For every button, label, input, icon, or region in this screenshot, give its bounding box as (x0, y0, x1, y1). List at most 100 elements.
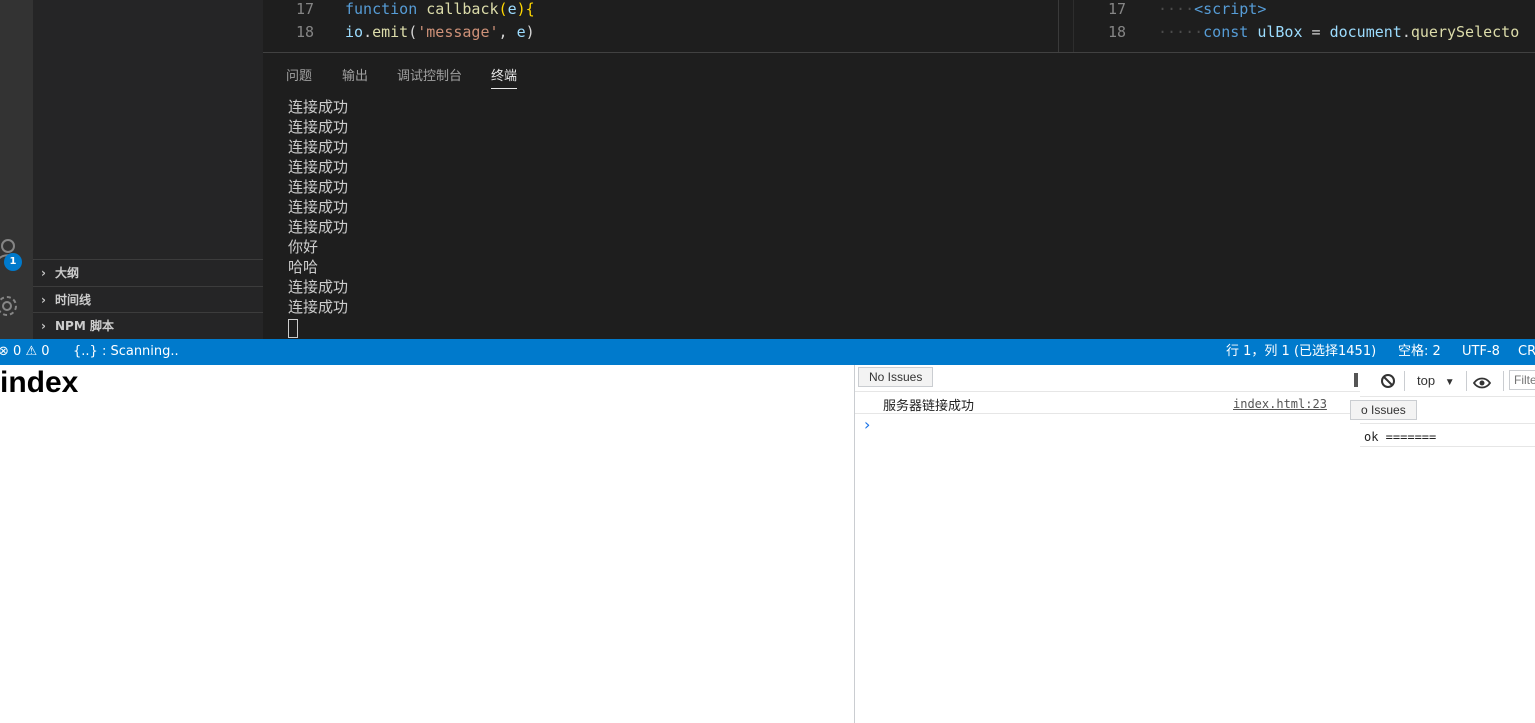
code-token: ( (408, 23, 418, 41)
line-number: 17 (295, 0, 314, 18)
code-token: ) (525, 23, 535, 41)
activity-bar: 1 (0, 0, 33, 339)
terminal-line: 连接成功 (288, 278, 349, 296)
block-icon[interactable] (1380, 373, 1396, 393)
code-text: io.emit('message', e) (345, 23, 535, 41)
line-number: 17 (1107, 0, 1126, 18)
sidebar-section-outline[interactable]: › 大纲 (33, 259, 263, 286)
terminal-line: 连接成功 (288, 218, 349, 236)
code-token: const (1203, 23, 1258, 41)
divider (1360, 396, 1535, 397)
eye-icon[interactable] (1472, 374, 1492, 393)
bottom-panel: 问题 输出 调试控制台 终端 连接成功 连接成功 连接成功 连接成功 连接成功 连接成功连… (263, 52, 1535, 340)
terminal-line: 连接成功 (288, 158, 349, 176)
context-label: top (1417, 373, 1436, 388)
terminal-cursor (288, 319, 298, 338)
devtools-console-secondary: top ▼ o Issues ok ======= (1350, 365, 1535, 723)
code-token: document (1329, 23, 1402, 41)
dropdown-arrow-icon: ▼ (1444, 377, 1455, 388)
code-token: querySelecto (1410, 23, 1520, 41)
sidebar: › 大纲 › 时间线 › NPM 脚本 (33, 0, 263, 339)
terminal-line: 连接成功 (288, 298, 349, 316)
code-token: e (516, 23, 526, 41)
section-label: 大纲 (55, 266, 80, 280)
issues-button[interactable]: No Issues (858, 367, 934, 387)
divider (855, 413, 1360, 414)
problems-status[interactable]: ⊗ 0 ⚠ 0 (0, 339, 50, 365)
chevron-right-icon: › (41, 293, 46, 307)
console-log-message: 服务器链接成功 (883, 399, 975, 414)
error-count: 0 (13, 344, 22, 359)
terminal-line: 连接成功 (288, 118, 349, 136)
code-token: io (345, 23, 364, 41)
divider (1360, 423, 1535, 424)
terminal-line: 连接成功 (288, 98, 349, 116)
eol-status[interactable]: CR (1518, 339, 1535, 365)
code-token: = (1311, 23, 1330, 41)
code-token: ···· (1158, 0, 1195, 18)
issues-button[interactable]: o Issues (1350, 400, 1417, 420)
terminal-output[interactable]: 连接成功 连接成功 连接成功 连接成功 连接成功 连接成功 连接成功 你好 哈哈 连接成功 连接成功 (288, 97, 348, 343)
toolbar-divider (1466, 371, 1467, 391)
tab-problems[interactable]: 问题 (286, 65, 312, 84)
code-token: callback (426, 0, 499, 18)
code-token: emit (372, 23, 409, 41)
chevron-right-icon: › (41, 266, 46, 280)
scanning-status[interactable]: {..} : Scanning.. (73, 339, 179, 365)
code-token: . (1401, 23, 1411, 41)
terminal-line: 连接成功 (288, 138, 349, 156)
divider (1360, 446, 1535, 447)
section-label: NPM 脚本 (55, 319, 114, 333)
code-token: ulBox (1257, 23, 1312, 41)
code-text: ····<script> (1158, 0, 1266, 18)
warning-icon: ⚠ (25, 344, 38, 359)
warning-count: 0 (41, 344, 50, 359)
code-token: 'message' (417, 23, 499, 41)
settings-gear-icon[interactable] (0, 293, 20, 323)
code-text: function callback(e){ (345, 0, 535, 18)
toolbar-divider (1503, 371, 1504, 391)
divider (855, 391, 1360, 392)
tab-debug-console[interactable]: 调试控制台 (397, 65, 462, 84)
code-token: e (507, 0, 517, 18)
status-bar: ⊗ 0 ⚠ 0 {..} : Scanning.. 行 1，列 1 (已选择14… (0, 339, 1535, 365)
line-number: 18 (1107, 23, 1126, 41)
sidebar-section-timeline[interactable]: › 时间线 (33, 286, 263, 313)
terminal-line: 哈哈 (288, 258, 319, 276)
code-token: <script> (1194, 0, 1267, 18)
code-token: ( (498, 0, 508, 18)
terminal-line: 你好 (288, 238, 319, 256)
tab-output[interactable]: 输出 (342, 65, 368, 84)
editor-left[interactable]: 17 function callback(e){18 io.emit('messag… (263, 0, 1058, 52)
chevron-right-icon: › (41, 319, 46, 333)
console-source-link[interactable]: index.html:23 (1233, 397, 1327, 411)
terminal-line: 连接成功 (288, 198, 349, 216)
code-token: function (345, 0, 427, 18)
devtools-console: No Issues 服务器链接成功 index.html:23 › (854, 365, 1361, 723)
toolbar-divider (1404, 371, 1405, 391)
encoding-status[interactable]: UTF-8 (1462, 339, 1500, 365)
code-token: ····· (1158, 23, 1204, 41)
console-log-message: ok ======= (1364, 430, 1437, 444)
error-icon: ⊗ (0, 344, 9, 359)
terminal-line: 连接成功 (288, 178, 349, 196)
code-token: { (525, 0, 535, 18)
clear-console-icon[interactable] (1354, 373, 1358, 387)
section-label: 时间线 (55, 293, 92, 307)
filter-input[interactable] (1509, 370, 1535, 390)
page-heading: index (0, 366, 79, 399)
accounts-badge: 1 (4, 253, 22, 271)
sidebar-section-npm-scripts[interactable]: › NPM 脚本 (33, 312, 263, 339)
code-token: , (498, 23, 517, 41)
editor-right[interactable]: 17 ····<script> 18 ·····const ulBox = docum… (1073, 0, 1535, 52)
code-token: ) (516, 0, 526, 18)
code-text: ·····const ulBox = document.querySelecto (1158, 23, 1519, 41)
line-number: 18 (295, 23, 314, 41)
cursor-position[interactable]: 行 1，列 1 (已选择1451) (1226, 339, 1376, 365)
context-selector[interactable]: top ▼ (1417, 373, 1455, 388)
editor-divider (1058, 0, 1074, 52)
indentation-status[interactable]: 空格: 2 (1398, 339, 1441, 365)
console-prompt-icon[interactable]: › (864, 415, 870, 434)
tab-terminal[interactable]: 终端 (491, 65, 518, 89)
code-token: . (363, 23, 373, 41)
